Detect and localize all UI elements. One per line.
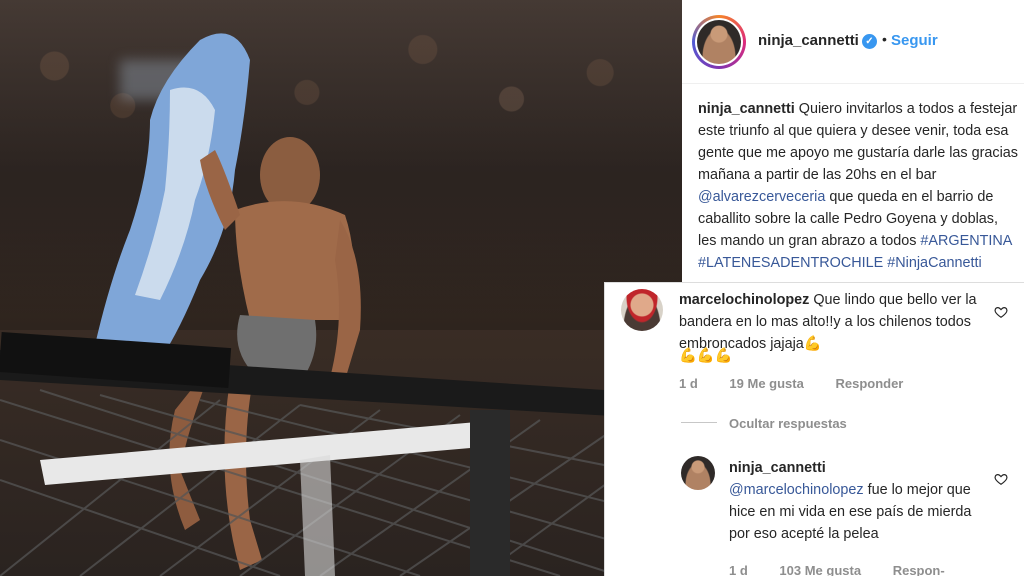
reply-likes[interactable]: 103 Me gusta: [779, 563, 861, 576]
reply-like-heart-icon[interactable]: [994, 472, 1008, 486]
like-heart-icon[interactable]: [994, 305, 1008, 319]
comment-time: 1 d: [679, 376, 698, 391]
profile-avatar[interactable]: [692, 15, 746, 69]
reply-reply-button[interactable]: Respon-: [893, 563, 945, 576]
comment-likes[interactable]: 19 Me gusta: [729, 376, 803, 391]
avatar-image: [697, 20, 741, 64]
instagram-post-panel: ninja_cannetti ✓ • Seguir ninja_cannetti…: [682, 0, 1024, 284]
fighter-scene: [0, 33, 681, 576]
reply-username[interactable]: ninja_cannetti: [729, 460, 826, 476]
verified-badge-icon: ✓: [862, 34, 877, 49]
commenter-avatar[interactable]: [621, 289, 663, 331]
comment-username[interactable]: marcelochinolopez: [679, 292, 809, 308]
hide-replies-divider: [681, 422, 717, 423]
comment-emoji-line: 💪💪💪: [679, 348, 733, 364]
hashtag-ninjacannetti[interactable]: #NinjaCannetti: [887, 255, 981, 271]
caption-mention-link[interactable]: @alvarezcerveceria: [698, 189, 825, 205]
post-username[interactable]: ninja_cannetti: [758, 32, 859, 49]
reply-meta: 1 d 103 Me gusta Respon-: [729, 563, 973, 576]
comments-panel: marcelochinolopez Que lindo que bello ve…: [604, 282, 1024, 576]
hashtag-argentina[interactable]: #ARGENTINA: [920, 233, 1011, 249]
post-photo: [0, 0, 682, 576]
post-header: ninja_cannetti ✓ • Seguir: [682, 0, 1024, 84]
comment-meta: 1 d 19 Me gusta Responder: [679, 376, 931, 391]
reply-avatar[interactable]: [681, 456, 715, 490]
reply-mention[interactable]: @marcelochinolopez: [729, 482, 864, 498]
hashtag-latenesadentrochile[interactable]: #LATENESADENTROCHILE: [698, 255, 883, 271]
header-separator: •: [882, 31, 887, 47]
caption-username[interactable]: ninja_cannetti: [698, 101, 795, 117]
reply-body: ninja_cannetti @marcelochinolopez fue lo…: [729, 457, 989, 545]
follow-button[interactable]: Seguir: [891, 32, 938, 49]
post-caption: ninja_cannetti Quiero invitarlos a todos…: [698, 98, 1018, 274]
reply-time: 1 d: [729, 563, 748, 576]
comment-reply-button[interactable]: Responder: [835, 376, 903, 391]
hide-replies-button[interactable]: Ocultar respuestas: [729, 416, 847, 431]
